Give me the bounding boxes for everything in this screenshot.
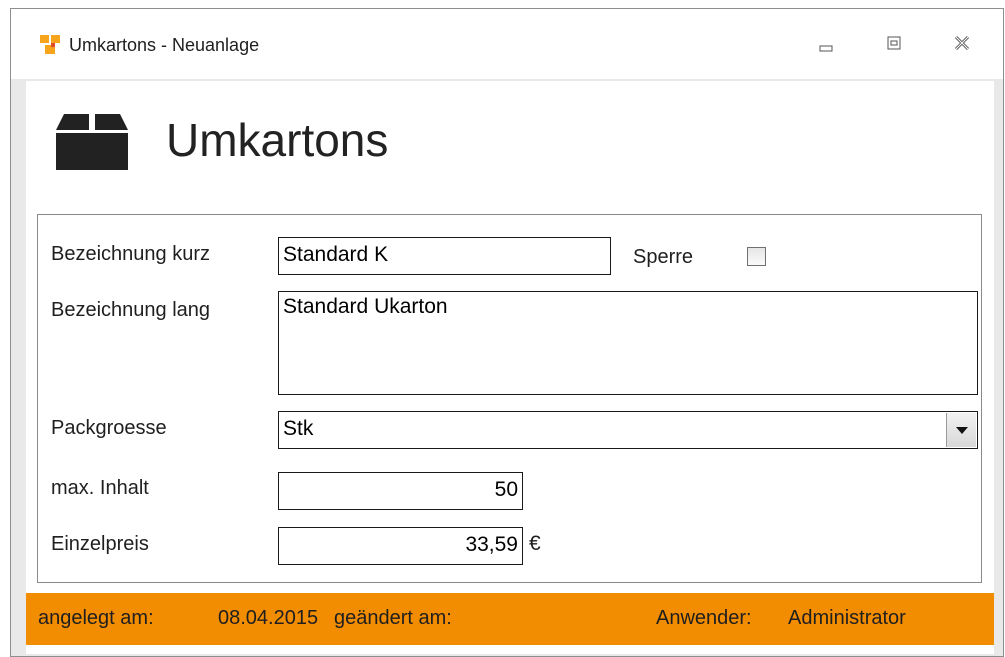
max-inhalt-field[interactable]: 50: [278, 472, 523, 510]
angelegt-label: angelegt am:: [38, 607, 154, 629]
anwender-value: Administrator: [788, 607, 906, 629]
sperre-checkbox[interactable]: [747, 247, 766, 266]
anwender-label: Anwender:: [656, 607, 752, 629]
title-bar[interactable]: Umkartons - Neuanlage: [11, 9, 1003, 79]
page-title: Umkartons: [166, 114, 389, 166]
close-icon: [954, 35, 970, 51]
restore-icon: [887, 36, 901, 50]
packgroesse-value: Stk: [283, 417, 314, 440]
currency-symbol: €: [529, 532, 541, 555]
max-inhalt-label: max. Inhalt: [51, 477, 149, 499]
form-panel: Bezeichnung kurz Standard K Sperre Bezei…: [37, 214, 982, 583]
restore-button[interactable]: [879, 33, 909, 57]
packgroesse-label: Packgroesse: [51, 417, 167, 439]
minimize-icon: [819, 45, 833, 52]
bezeichnung-kurz-field[interactable]: Standard K: [278, 237, 611, 275]
geaendert-label: geändert am:: [334, 607, 452, 629]
box-icon: [56, 114, 128, 170]
minimize-button[interactable]: [811, 33, 841, 57]
einzelpreis-field[interactable]: 33,59: [278, 527, 523, 565]
einzelpreis-label: Einzelpreis: [51, 533, 149, 555]
chevron-down-icon[interactable]: [946, 413, 976, 447]
form-content: Umkartons Bezeichnung kurz Standard K Sp…: [26, 81, 994, 654]
window-title: Umkartons - Neuanlage: [69, 35, 260, 55]
sperre-label: Sperre: [633, 246, 694, 268]
close-button[interactable]: [947, 33, 977, 57]
bezeichnung-kurz-label: Bezeichnung kurz: [51, 243, 210, 265]
app-window: Umkartons - Neuanlage Umkartons Bezeichn…: [10, 8, 1004, 657]
app-icon: [39, 33, 61, 55]
angelegt-value: 08.04.2015: [218, 607, 319, 629]
bezeichnung-lang-field[interactable]: Standard Ukarton: [278, 291, 978, 395]
packgroesse-select[interactable]: Stk: [278, 411, 978, 449]
status-footer: angelegt am: 08.04.2015 geändert am: Anw…: [26, 593, 994, 645]
bezeichnung-lang-label: Bezeichnung lang: [51, 299, 211, 321]
